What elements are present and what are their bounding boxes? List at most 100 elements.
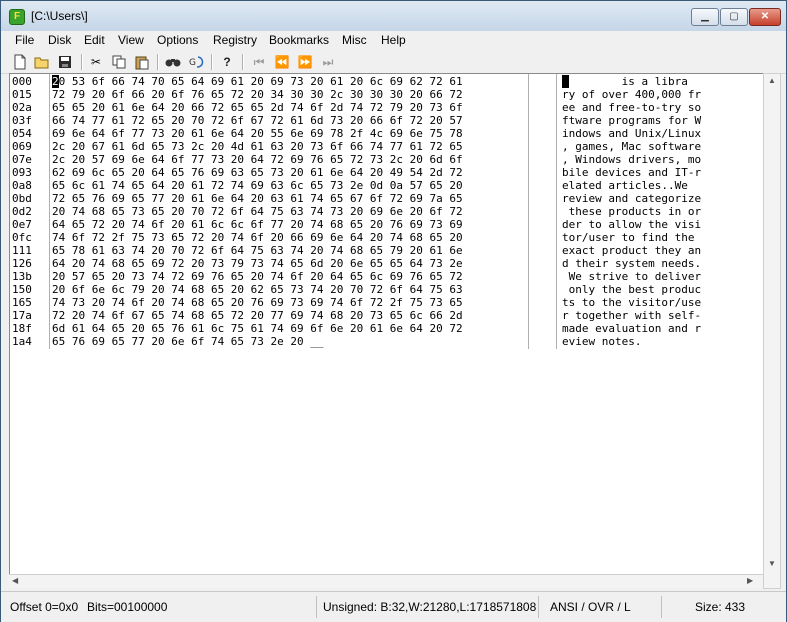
first-record-icon[interactable]: ⏮ bbox=[250, 53, 268, 71]
scroll-left-icon[interactable]: ◀ bbox=[12, 576, 18, 585]
help-icon[interactable]: ? bbox=[218, 53, 236, 71]
new-file-icon[interactable] bbox=[11, 53, 29, 71]
hex-row[interactable]: 65 78 61 63 74 20 70 72 6f 64 75 63 74 2… bbox=[52, 244, 463, 257]
close-button[interactable]: ✕ bbox=[749, 8, 781, 26]
ascii-row[interactable]: only the best produc bbox=[562, 283, 701, 296]
ascii-row[interactable]: , games, Mac software bbox=[562, 140, 701, 153]
hex-column[interactable]: 20 53 6f 66 74 70 65 64 69 61 20 69 73 2… bbox=[52, 75, 463, 348]
hex-row[interactable]: 2c 20 67 61 6d 65 73 2c 20 4d 61 63 20 7… bbox=[52, 140, 463, 153]
ascii-row[interactable]: r together with self- bbox=[562, 309, 701, 322]
offset-label: 111 bbox=[12, 244, 32, 257]
hex-editor-area[interactable]: 000 015 02a 03f 054 069 07e 093 0a8 0bd 0d2 0e7 0fc 1… bbox=[9, 73, 764, 588]
ascii-cursor bbox=[562, 75, 569, 88]
next-record-icon[interactable]: ⏩ bbox=[296, 53, 314, 71]
svg-text:G: G bbox=[189, 58, 196, 68]
copy-icon[interactable] bbox=[110, 53, 128, 71]
status-bits: Bits=00100000 bbox=[87, 600, 168, 614]
toolbar-separator bbox=[157, 54, 159, 70]
hex-row[interactable]: 65 76 69 65 77 20 6e 6f 74 65 73 2e 20 _… bbox=[52, 335, 463, 348]
hex-row[interactable]: 72 79 20 6f 66 20 6f 76 65 72 20 34 30 3… bbox=[52, 88, 463, 101]
ascii-row[interactable]: d their system needs. bbox=[562, 257, 701, 270]
ascii-row[interactable]: ee and free-to-try so bbox=[562, 101, 701, 114]
app-window: F [C:\Users\] ▁ ▢ ✕ File Disk Edit View … bbox=[0, 0, 787, 622]
menu-view[interactable]: View bbox=[118, 33, 144, 47]
ascii-column[interactable]: is a libra ry of over 400,000 fr ee and fr… bbox=[562, 75, 701, 348]
ascii-row[interactable]: ry of over 400,000 fr bbox=[562, 88, 701, 101]
maximize-button[interactable]: ▢ bbox=[720, 8, 748, 26]
ascii-row[interactable]: made evaluation and r bbox=[562, 322, 701, 335]
ascii-row[interactable]: , Windows drivers, mo bbox=[562, 153, 701, 166]
hex-row[interactable]: 64 20 74 68 65 69 72 20 73 79 73 74 65 6… bbox=[52, 257, 463, 270]
status-separator bbox=[538, 596, 539, 618]
offset-label: 0a8 bbox=[12, 179, 32, 192]
offset-label: 0e7 bbox=[12, 218, 32, 231]
scroll-right-icon[interactable]: ▶ bbox=[747, 576, 753, 585]
offset-label: 054 bbox=[12, 127, 32, 140]
hex-row[interactable]: 2c 20 57 69 6e 64 6f 77 73 20 64 72 69 7… bbox=[52, 153, 463, 166]
hex-cursor: 2 bbox=[52, 75, 59, 88]
ascii-row[interactable]: elated articles..We bbox=[562, 179, 701, 192]
hex-row[interactable]: 74 6f 72 2f 75 73 65 72 20 74 6f 20 66 6… bbox=[52, 231, 463, 244]
ascii-row[interactable]: is a libra bbox=[562, 75, 701, 88]
hex-row[interactable]: 66 74 77 61 72 65 20 70 72 6f 67 72 61 6… bbox=[52, 114, 463, 127]
hex-row[interactable]: 74 73 20 74 6f 20 74 68 65 20 76 69 73 6… bbox=[52, 296, 463, 309]
offset-label: 0bd bbox=[12, 192, 32, 205]
open-folder-icon[interactable] bbox=[33, 53, 51, 71]
hex-row[interactable]: 20 57 65 20 73 74 72 69 76 65 20 74 6f 2… bbox=[52, 270, 463, 283]
status-size: Size: 433 bbox=[695, 600, 746, 614]
ascii-row[interactable]: bile devices and IT-r bbox=[562, 166, 701, 179]
title-bar[interactable]: F [C:\Users\] ▁ ▢ ✕ bbox=[1, 1, 786, 31]
hex-row[interactable]: 20 53 6f 66 74 70 65 64 69 61 20 69 73 2… bbox=[52, 75, 463, 88]
ascii-row[interactable]: exact product they an bbox=[562, 244, 701, 257]
prev-record-icon[interactable]: ⏪ bbox=[273, 53, 291, 71]
ascii-row[interactable]: ftware programs for W bbox=[562, 114, 701, 127]
offset-label: 069 bbox=[12, 140, 32, 153]
ascii-row[interactable]: der to allow the visi bbox=[562, 218, 701, 231]
offset-divider bbox=[49, 74, 50, 349]
offset-label: 093 bbox=[12, 166, 32, 179]
minimize-button[interactable]: ▁ bbox=[691, 8, 719, 26]
menu-disk[interactable]: Disk bbox=[48, 33, 71, 47]
ascii-row[interactable]: review and categorize bbox=[562, 192, 701, 205]
ascii-row[interactable]: We strive to deliver bbox=[562, 270, 701, 283]
hex-row[interactable]: 72 20 74 6f 67 65 74 68 65 72 20 77 69 7… bbox=[52, 309, 463, 322]
scroll-down-icon[interactable]: ▼ bbox=[768, 559, 776, 568]
hex-row[interactable]: 62 69 6c 65 20 64 65 76 69 63 65 73 20 6… bbox=[52, 166, 463, 179]
hex-row[interactable]: 20 74 68 65 73 65 20 70 72 6f 64 75 63 7… bbox=[52, 205, 463, 218]
paste-icon[interactable] bbox=[133, 53, 151, 71]
save-icon[interactable] bbox=[56, 53, 74, 71]
menu-help[interactable]: Help bbox=[381, 33, 406, 47]
hex-row[interactable]: 72 65 76 69 65 77 20 61 6e 64 20 63 61 7… bbox=[52, 192, 463, 205]
ascii-row[interactable]: ts to the visitor/use bbox=[562, 296, 701, 309]
ascii-row[interactable]: these products in or bbox=[562, 205, 701, 218]
menu-bookmarks[interactable]: Bookmarks bbox=[269, 33, 329, 47]
menu-registry[interactable]: Registry bbox=[213, 33, 257, 47]
status-separator bbox=[661, 596, 662, 618]
ascii-row[interactable]: indows and Unix/Linux bbox=[562, 127, 701, 140]
menu-misc[interactable]: Misc bbox=[342, 33, 367, 47]
offset-label: 17a bbox=[12, 309, 32, 322]
horizontal-scrollbar[interactable]: ◀ ▶ bbox=[9, 574, 763, 588]
vertical-scrollbar[interactable]: ▲ ▼ bbox=[763, 73, 781, 589]
last-record-icon[interactable]: ⏭ bbox=[319, 53, 337, 71]
ascii-row[interactable]: eview notes. bbox=[562, 335, 701, 348]
menu-file[interactable]: File bbox=[15, 33, 34, 47]
hex-row[interactable]: 6d 61 64 65 20 65 76 61 6c 75 61 74 69 6… bbox=[52, 322, 463, 335]
find-icon[interactable] bbox=[164, 53, 182, 71]
hex-row[interactable]: 69 6e 64 6f 77 73 20 61 6e 64 20 55 6e 6… bbox=[52, 127, 463, 140]
toolbar-separator bbox=[242, 54, 244, 70]
offset-label: 000 bbox=[12, 75, 32, 88]
offset-label: 0fc bbox=[12, 231, 32, 244]
hex-row[interactable]: 65 65 20 61 6e 64 20 66 72 65 65 2d 74 6… bbox=[52, 101, 463, 114]
menu-edit[interactable]: Edit bbox=[84, 33, 105, 47]
hex-row[interactable]: 64 65 72 20 74 6f 20 61 6c 6c 6f 77 20 7… bbox=[52, 218, 463, 231]
hex-row[interactable]: 20 6f 6e 6c 79 20 74 68 65 20 62 65 73 7… bbox=[52, 283, 463, 296]
status-unsigned: Unsigned: B:32,W:21280,L:1718571808 bbox=[323, 600, 537, 614]
offset-label: 126 bbox=[12, 257, 32, 270]
scroll-up-icon[interactable]: ▲ bbox=[768, 76, 776, 85]
cut-icon[interactable]: ✂ bbox=[87, 53, 105, 71]
hex-row[interactable]: 65 6c 61 74 65 64 20 61 72 74 69 63 6c 6… bbox=[52, 179, 463, 192]
menu-options[interactable]: Options bbox=[157, 33, 198, 47]
ascii-row[interactable]: tor/user to find the bbox=[562, 231, 701, 244]
goto-icon[interactable]: G bbox=[187, 53, 205, 71]
